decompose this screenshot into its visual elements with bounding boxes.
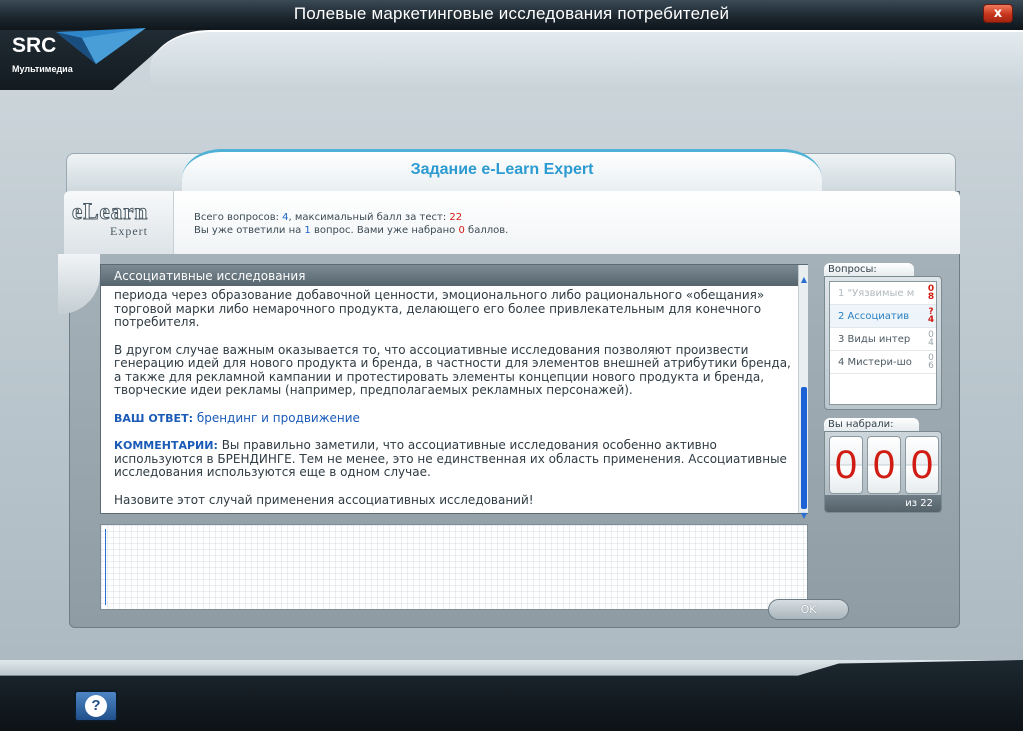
question-item-label: 2 Ассоциатив bbox=[838, 311, 910, 322]
answer-box bbox=[100, 524, 808, 610]
question-score-bottom: 6 bbox=[928, 361, 934, 371]
stats-progress-middle: вопрос. Вами уже набрано bbox=[310, 225, 459, 236]
title-bar: Полевые маркетинговые исследования потре… bbox=[0, 0, 1023, 30]
your-answer-value: брендинг и продвижение bbox=[196, 410, 360, 425]
question-score-bottom: 8 bbox=[927, 292, 935, 302]
scroll-down-icon[interactable]: ▼ bbox=[799, 511, 809, 521]
close-button[interactable]: x bbox=[983, 4, 1013, 23]
questions-list: 1 "Уязвимые м 08 2 Ассоциатив ? 4 3 Виды … bbox=[829, 281, 937, 405]
scroll-up-icon[interactable]: ▲ bbox=[799, 275, 809, 285]
help-icon: ? bbox=[85, 695, 107, 717]
score-label: Вы набрали: bbox=[824, 418, 919, 432]
elearn-logo-word-expert: Expert bbox=[110, 224, 148, 238]
questions-panel: 1 "Уязвимые м 08 2 Ассоциатив ? 4 3 Виды … bbox=[824, 276, 942, 410]
header-sheen bbox=[150, 30, 1023, 90]
question-item-score: 06 bbox=[927, 354, 935, 371]
answer-input[interactable] bbox=[105, 529, 803, 605]
question-item-3[interactable]: 3 Виды интер 04 bbox=[830, 328, 936, 351]
comment: КОММЕНТАРИИ: Вы правильно заметили, что … bbox=[114, 438, 794, 480]
dialog-title: Задание e-Learn Expert bbox=[410, 161, 594, 178]
question-scrollbar[interactable]: ▲ ▼ bbox=[798, 265, 809, 520]
brand-logo-mark-icon bbox=[56, 28, 146, 64]
stats-progress-suffix: баллов. bbox=[464, 225, 509, 236]
stats-max-score: 22 bbox=[449, 212, 463, 223]
score-footer: из 22 bbox=[825, 495, 941, 512]
stats-total-middle: , максимальный балл за тест: bbox=[288, 212, 450, 223]
your-answer-label: ВАШ ОТВЕТ: bbox=[114, 411, 193, 425]
question-prompt: Назовите этот случай применения ассоциат… bbox=[114, 492, 534, 507]
question-score-bottom: 4 bbox=[928, 338, 934, 348]
questions-label: Вопросы: bbox=[824, 263, 914, 277]
ok-button[interactable]: OK bbox=[768, 599, 849, 620]
question-paragraph: периода через образование добавочной цен… bbox=[114, 288, 765, 329]
stats-line-progress: Вы уже ответили на 1 вопрос. Вами уже на… bbox=[194, 225, 508, 236]
question-paragraph: В другом случае важным оказывается то, ч… bbox=[114, 342, 791, 397]
score-digit: 0 bbox=[905, 436, 939, 494]
comment-label: КОММЕНТАРИИ: bbox=[114, 439, 218, 452]
stats-total-prefix: Всего вопросов: bbox=[194, 212, 283, 223]
stats-line-total: Всего вопросов: 4, максимальный балл за … bbox=[194, 212, 462, 223]
window-title: Полевые маркетинговые исследования потре… bbox=[293, 4, 730, 23]
question-item-score: ? 4 bbox=[927, 308, 935, 325]
brand-logo-subtitle: Мультимедиа bbox=[12, 64, 73, 74]
question-item-label: 4 Мистери-шо bbox=[838, 357, 912, 368]
question-item-2[interactable]: 2 Ассоциатив ? 4 bbox=[830, 305, 936, 328]
stats-progress-prefix: Вы уже ответили на bbox=[194, 225, 305, 236]
question-item-score: 08 bbox=[927, 285, 935, 302]
question-item-label: 3 Виды интер bbox=[838, 334, 911, 345]
question-score-bottom: 4 bbox=[927, 315, 935, 325]
question-item-label: 1 "Уязвимые м bbox=[838, 288, 915, 299]
elearn-logo-word: eLearn bbox=[71, 199, 149, 225]
score-panel: 0 0 0 из 22 bbox=[824, 431, 942, 513]
question-text: периода через образование добавочной цен… bbox=[114, 288, 794, 521]
question-panel-header: Ассоциативные исследования bbox=[101, 265, 798, 286]
score-digit: 0 bbox=[829, 436, 863, 494]
score-max: из 22 bbox=[905, 498, 933, 509]
your-answer: ВАШ ОТВЕТ: брендинг и продвижение bbox=[114, 410, 794, 426]
score-digit: 0 bbox=[867, 436, 901, 494]
question-text-panel[interactable]: Ассоциативные исследования периода через… bbox=[100, 264, 809, 520]
brand-logo-text: SRC bbox=[12, 34, 57, 57]
question-item-4[interactable]: 4 Мистери-шо 06 bbox=[830, 351, 936, 374]
help-button[interactable]: ? bbox=[74, 690, 118, 722]
question-item-1[interactable]: 1 "Уязвимые м 08 bbox=[830, 282, 936, 305]
question-item-score: 04 bbox=[927, 331, 935, 348]
scroll-thumb[interactable] bbox=[801, 387, 807, 509]
